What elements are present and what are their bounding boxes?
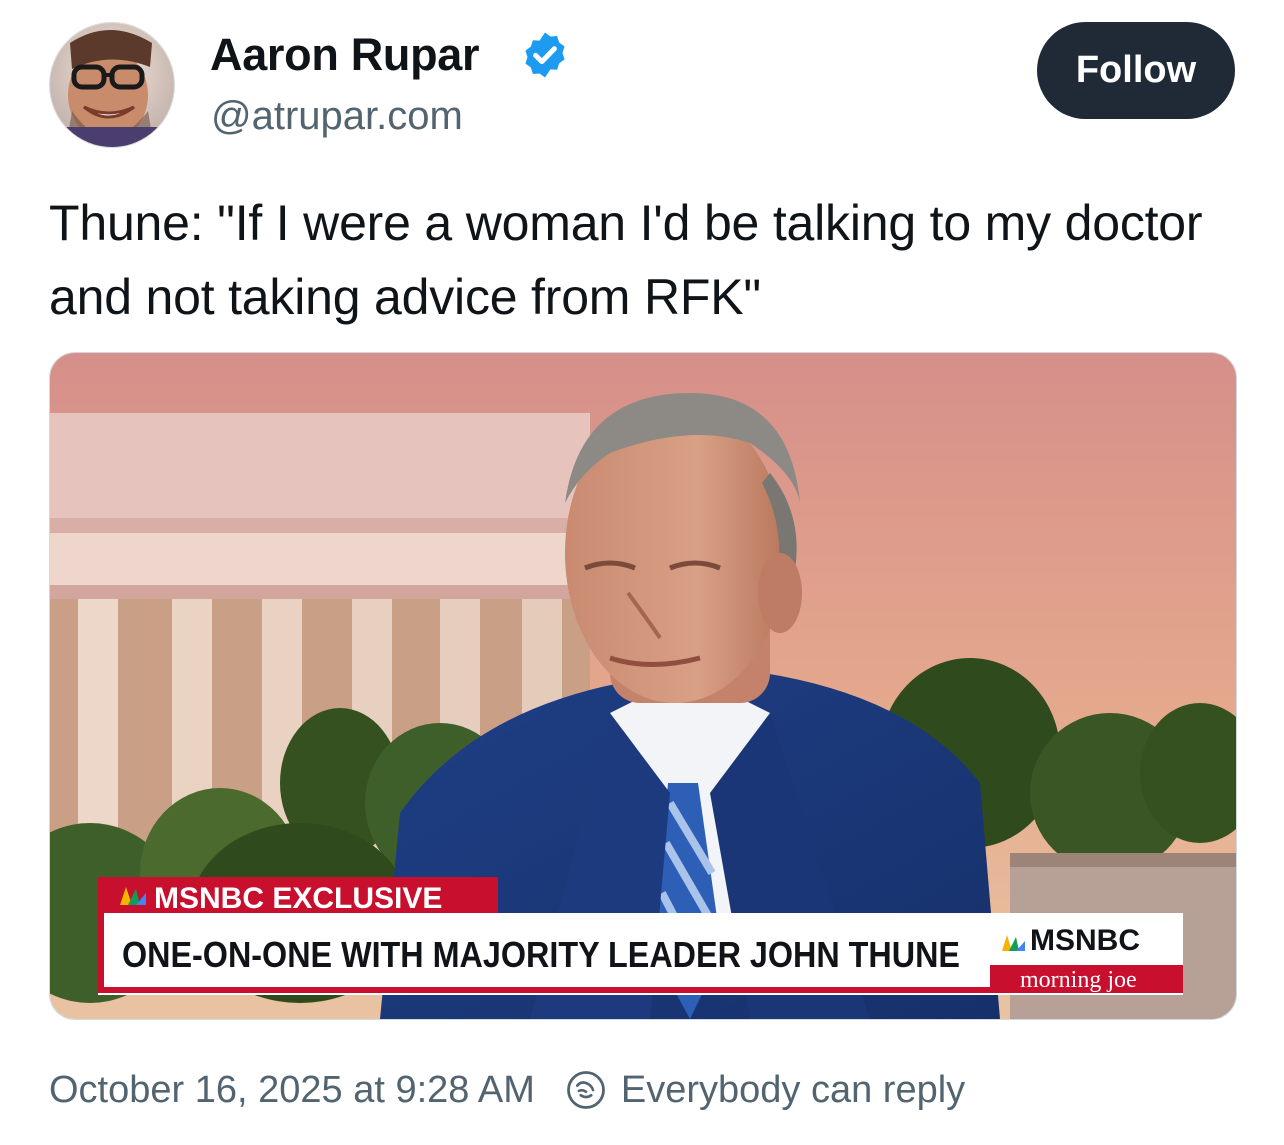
author-avatar[interactable] (49, 22, 175, 148)
show-logo-text: morning joe (1020, 967, 1137, 993)
author-name[interactable]: Aaron Rupar (210, 28, 480, 82)
network-logo-text: MSNBC (1030, 924, 1140, 957)
reply-setting-text: Everybody can reply (620, 1069, 966, 1111)
post-text: Thune: "If I were a woman I'd be talking… (49, 195, 1203, 325)
post-media-video-still[interactable]: MSNBC EXCLUSIVE ONE-ON-ONE WITH MAJORITY… (49, 352, 1237, 1020)
exclusive-label: MSNBC EXCLUSIVE (154, 882, 442, 915)
post-footer: October 16, 2025 at 9:28 AM Everybody ca… (49, 1066, 965, 1114)
avatar-image (50, 23, 174, 147)
author-handle[interactable]: @atrupar.com (211, 92, 463, 140)
follow-button[interactable]: Follow (1037, 22, 1235, 119)
post-timestamp[interactable]: October 16, 2025 at 9:28 AM (49, 1066, 535, 1114)
verified-check-icon (525, 32, 565, 78)
reply-settings-icon (566, 1071, 605, 1109)
video-frame: MSNBC EXCLUSIVE ONE-ON-ONE WITH MAJORITY… (50, 353, 1236, 1019)
headline-text: ONE-ON-ONE WITH MAJORITY LEADER JOHN THU… (122, 934, 960, 975)
